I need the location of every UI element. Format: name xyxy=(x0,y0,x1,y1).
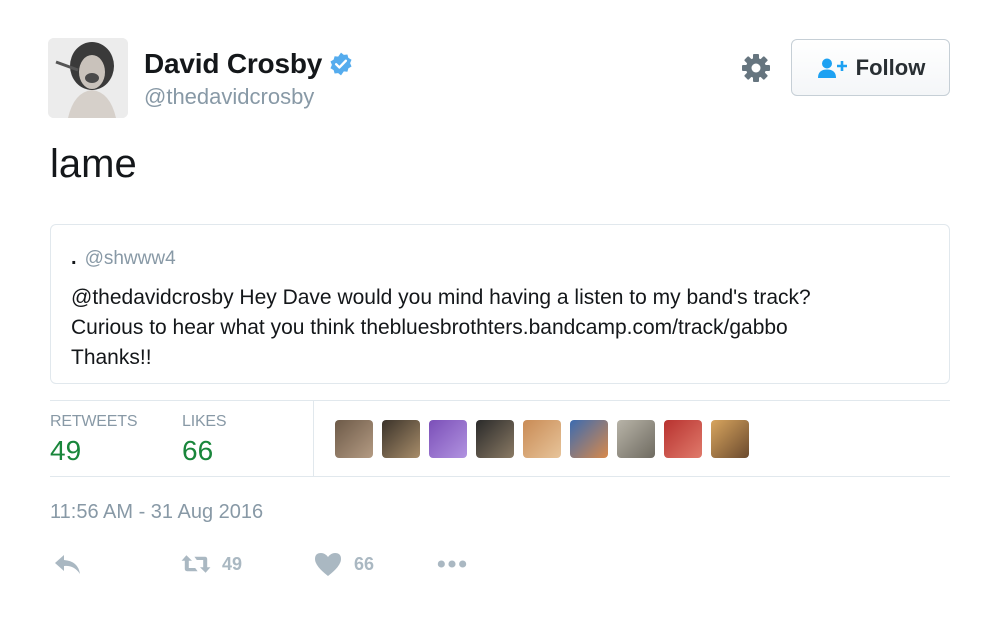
heart-icon xyxy=(315,553,341,576)
follow-button[interactable]: Follow xyxy=(791,39,950,96)
liker-avatar[interactable] xyxy=(617,420,655,458)
quoted-tweet-text: @thedavidcrosby Hey Dave would you mind … xyxy=(71,283,931,373)
author-avatar[interactable] xyxy=(48,38,128,118)
author-handle[interactable]: @thedavidcrosby xyxy=(144,84,314,110)
quoted-tweet-author-name: . xyxy=(71,247,77,269)
liker-avatar[interactable] xyxy=(335,420,373,458)
liker-avatar[interactable] xyxy=(664,420,702,458)
like-count: 66 xyxy=(354,553,375,574)
tweet-text: lame xyxy=(50,142,137,186)
quoted-tweet-author-handle: @shwww4 xyxy=(84,248,176,269)
tweet-actions: 49 66 xyxy=(50,550,550,582)
liker-avatar[interactable] xyxy=(570,420,608,458)
gear-icon[interactable] xyxy=(740,52,772,84)
retweet-icon xyxy=(181,555,211,573)
stats-divider xyxy=(313,401,314,477)
avatar-image xyxy=(48,38,128,118)
liker-avatar[interactable] xyxy=(382,420,420,458)
reply-button[interactable] xyxy=(52,550,84,578)
like-button[interactable]: 66 xyxy=(312,550,374,578)
quoted-tweet-line-1: @thedavidcrosby Hey Dave would you mind … xyxy=(71,286,811,309)
liker-avatar[interactable] xyxy=(476,420,514,458)
retweet-count: 49 xyxy=(222,553,243,574)
author-name-row[interactable]: David Crosby xyxy=(144,48,354,80)
liker-avatar[interactable] xyxy=(523,420,561,458)
quoted-tweet-card[interactable]: . @shwww4 @thedavidcrosby Hey Dave would… xyxy=(50,224,950,384)
more-button[interactable] xyxy=(436,550,468,578)
verified-badge-icon xyxy=(330,52,352,76)
quoted-tweet-header: . @shwww4 xyxy=(71,247,929,273)
liker-avatar[interactable] xyxy=(429,420,467,458)
quoted-tweet-line-3: Thanks!! xyxy=(71,346,152,369)
reply-icon xyxy=(55,555,80,574)
more-icon xyxy=(437,560,467,568)
liker-avatars xyxy=(335,420,758,458)
likes-label: LIKES xyxy=(182,413,227,430)
retweets-count: 49 xyxy=(50,435,82,466)
retweet-button[interactable]: 49 xyxy=(180,550,242,578)
follow-label: Follow xyxy=(855,54,926,80)
tweet-stats: RETWEETS 49 LIKES 66 xyxy=(50,400,950,477)
liker-avatar[interactable] xyxy=(711,420,749,458)
follow-person-icon xyxy=(817,58,847,78)
retweets-stat[interactable]: RETWEETS 49 xyxy=(50,413,137,467)
quoted-tweet-line-2: Curious to hear what you think thebluesb… xyxy=(71,316,788,339)
likes-stat[interactable]: LIKES 66 xyxy=(182,413,227,467)
tweet-timestamp[interactable]: 11:56 AM - 31 Aug 2016 xyxy=(50,501,263,524)
retweets-label: RETWEETS xyxy=(50,413,138,430)
author-display-name[interactable]: David Crosby xyxy=(144,48,322,80)
likes-count: 66 xyxy=(182,435,214,466)
